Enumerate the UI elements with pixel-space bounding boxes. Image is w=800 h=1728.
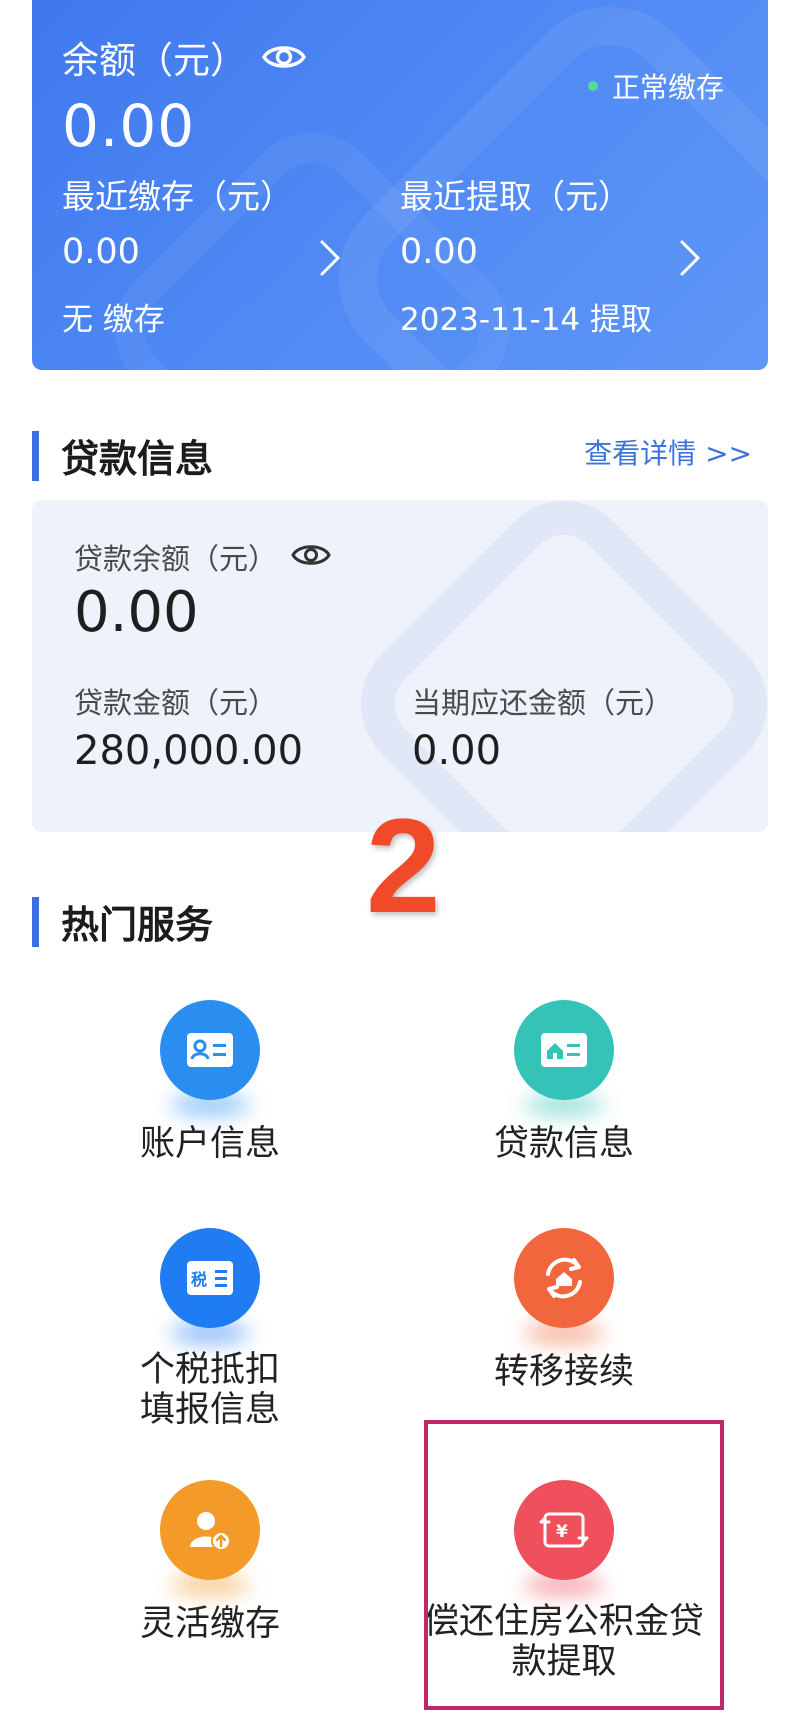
highlight-annotation-box	[424, 1420, 724, 1710]
service-label: 个税抵扣填报信息	[139, 1350, 280, 1430]
balance-label: 余额（元）	[62, 39, 247, 82]
view-details-link[interactable]: 查看详情 >>	[584, 432, 752, 472]
loan-section-header: 贷款信息	[32, 428, 213, 483]
eye-icon[interactable]	[290, 540, 332, 570]
service-label: 转移接续	[493, 1352, 634, 1392]
section-accent-bar	[32, 896, 39, 947]
service-label: 灵活缴存	[139, 1604, 280, 1644]
recent-withdraw-label: 最近提取（元）	[400, 177, 631, 216]
loan-amount-label: 贷款金额（元）	[74, 686, 278, 720]
loan-balance-label: 贷款余额（元）	[74, 542, 278, 576]
loan-section-title: 贷款信息	[61, 437, 214, 481]
id-card-icon	[160, 1000, 260, 1100]
tax-card-icon: 税	[160, 1228, 260, 1328]
house-card-icon	[514, 1000, 614, 1100]
user-upload-icon	[160, 1480, 260, 1580]
status-dot-icon	[587, 81, 598, 91]
service-tax-deduction[interactable]: 税 个税抵扣填报信息	[40, 1228, 380, 1430]
card-decoration	[332, 500, 768, 832]
balance-label-row: 余额（元）	[62, 30, 307, 84]
svg-text:税: 税	[191, 1270, 207, 1289]
recent-withdraw-note: 2023-11-14 提取	[400, 302, 653, 338]
service-label: 账户信息	[139, 1124, 280, 1164]
recent-withdraw[interactable]: 最近提取（元） 0.00 2023-11-14 提取	[400, 170, 730, 339]
loan-card: 贷款余额（元） 0.00 贷款金额（元） 280,000.00 当期应还金额（元…	[32, 500, 768, 832]
status-badge: 正常缴存	[587, 66, 724, 106]
services-section-header: 热门服务	[32, 894, 213, 949]
chevron-right-icon[interactable]	[312, 238, 348, 278]
recent-deposit-note: 无 缴存	[62, 302, 165, 338]
chevron-right-icon[interactable]	[672, 238, 708, 278]
balance-value: 0.00	[62, 92, 196, 160]
service-loan-info[interactable]: 贷款信息	[394, 1000, 734, 1164]
eye-icon[interactable]	[261, 41, 307, 73]
transfer-cycle-icon	[514, 1228, 614, 1328]
status-text: 正常缴存	[611, 71, 724, 104]
service-flexible-deposit[interactable]: 灵活缴存	[40, 1480, 380, 1644]
service-transfer[interactable]: 转移接续	[394, 1228, 734, 1392]
step-number-annotation: 2	[366, 792, 441, 941]
account-card: 余额（元） 正常缴存 0.00 最近缴存（元） 0.00 无 缴存 最近提取（元…	[32, 0, 768, 370]
service-account-info[interactable]: 账户信息	[40, 1000, 380, 1164]
service-label: 贷款信息	[493, 1124, 634, 1164]
loan-balance-value: 0.00	[74, 580, 199, 645]
recent-withdraw-value: 0.00	[400, 232, 478, 272]
loan-due-label: 当期应还金额（元）	[412, 686, 674, 720]
services-section-title: 热门服务	[61, 903, 214, 947]
section-accent-bar	[32, 430, 39, 481]
recent-deposit[interactable]: 最近缴存（元） 0.00 无 缴存	[62, 170, 362, 339]
recent-deposit-value: 0.00	[62, 232, 140, 272]
loan-amount-value: 280,000.00	[74, 728, 304, 774]
recent-deposit-label: 最近缴存（元）	[62, 177, 293, 216]
loan-due-value: 0.00	[412, 728, 502, 774]
